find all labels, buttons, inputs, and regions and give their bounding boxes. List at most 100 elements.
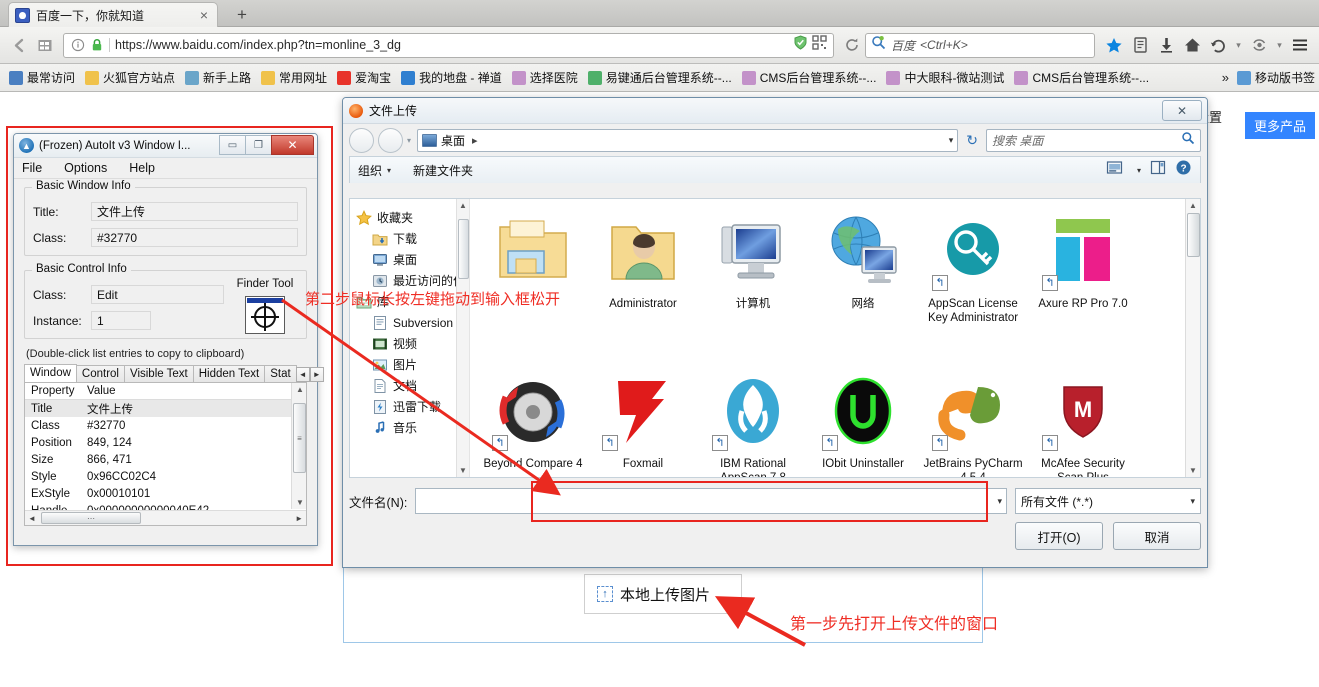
property-row[interactable]: Title 文件上传 bbox=[25, 400, 306, 417]
bookmark-star-icon[interactable] bbox=[1101, 32, 1127, 58]
new-tab-button[interactable]: + bbox=[228, 4, 256, 26]
view-icon[interactable] bbox=[1106, 160, 1123, 180]
sidebar-item-1[interactable]: 下载 bbox=[356, 228, 469, 249]
breadcrumb-separator-icon[interactable]: ▸ bbox=[472, 134, 478, 147]
file-item[interactable] bbox=[478, 207, 588, 367]
menu-icon[interactable] bbox=[1287, 32, 1313, 58]
history-caret-icon[interactable]: ▾ bbox=[1231, 32, 1246, 58]
property-list-hscrollbar[interactable]: ◄ ⋯ ► bbox=[25, 510, 306, 525]
maximize-button[interactable]: ❐ bbox=[245, 135, 272, 155]
sidebar-item-5[interactable]: Subversion bbox=[356, 312, 469, 333]
page-icon[interactable] bbox=[32, 32, 58, 58]
dialog-close-button[interactable]: ✕ bbox=[1162, 100, 1202, 121]
bookmark-item[interactable]: 易键通后台管理系统--... bbox=[583, 67, 737, 88]
window-title-value[interactable]: 文件上传 bbox=[91, 202, 298, 221]
file-item[interactable]: ↰ Beyond Compare 4 bbox=[478, 367, 588, 477]
sync-icon[interactable] bbox=[1246, 32, 1272, 58]
file-item[interactable]: 网络 bbox=[808, 207, 918, 367]
bookmark-item[interactable]: CMS后台管理系统--... bbox=[1009, 67, 1154, 88]
finder-tool-icon[interactable] bbox=[245, 296, 285, 334]
bookmark-item[interactable]: 常用网址 bbox=[256, 67, 332, 88]
control-class-value[interactable]: Edit bbox=[91, 285, 224, 304]
close-icon[interactable]: × bbox=[197, 8, 211, 22]
filename-input[interactable]: ▾ bbox=[415, 488, 1007, 514]
scroll-down-icon[interactable]: ▼ bbox=[296, 498, 304, 507]
overflow-chevron-icon[interactable]: » bbox=[1222, 70, 1229, 85]
bookmark-item[interactable]: 我的地盘 - 禅道 bbox=[396, 67, 507, 88]
bookmark-item[interactable]: CMS后台管理系统--... bbox=[737, 67, 882, 88]
info-icon[interactable] bbox=[71, 38, 85, 52]
scroll-up-icon[interactable]: ▲ bbox=[459, 201, 467, 210]
sync-caret-icon[interactable]: ▾ bbox=[1272, 32, 1287, 58]
property-list-vscrollbar[interactable]: ▲ ≡ ▼ bbox=[291, 383, 306, 509]
browser-tab[interactable]: 百度一下，你就知道 × bbox=[8, 2, 218, 27]
refresh-icon[interactable]: ↻ bbox=[962, 132, 982, 149]
scroll-down-icon[interactable]: ▼ bbox=[459, 466, 467, 475]
window-class-value[interactable]: #32770 bbox=[91, 228, 298, 247]
file-item[interactable]: ↰ JetBrains PyCharm 4.5.4 bbox=[918, 367, 1028, 477]
filelist-scrollbar[interactable]: ▲ ▼ bbox=[1185, 199, 1200, 477]
control-instance-value[interactable]: 1 bbox=[91, 311, 151, 330]
autoit-property-list[interactable]: Property Value Title 文件上传 Class #32770 Positio… bbox=[24, 383, 307, 526]
chevron-down-icon[interactable]: ▾ bbox=[1190, 496, 1195, 507]
file-type-filter-select[interactable]: 所有文件 (*.*) ▾ bbox=[1015, 488, 1201, 514]
property-row[interactable]: Position 849, 124 bbox=[25, 434, 306, 451]
scroll-down-icon[interactable]: ▼ bbox=[1189, 466, 1197, 475]
property-row[interactable]: ExStyle 0x00010101 bbox=[25, 485, 306, 502]
property-row[interactable]: Class #32770 bbox=[25, 417, 306, 434]
dialog-forward-button[interactable] bbox=[378, 127, 403, 153]
autoit-tab-1[interactable]: Control bbox=[75, 365, 125, 382]
bookmark-item[interactable]: 火狐官方站点 bbox=[80, 67, 180, 88]
menu-help[interactable]: Help bbox=[129, 161, 155, 175]
file-item[interactable]: ↰ IObit Uninstaller bbox=[808, 367, 918, 477]
sidebar-item-6[interactable]: 视频 bbox=[356, 333, 469, 354]
library-icon[interactable] bbox=[1127, 32, 1153, 58]
more-products-button[interactable]: 更多产品 bbox=[1245, 112, 1316, 139]
search-bar[interactable]: 百度 <Ctrl+K> bbox=[865, 32, 1095, 58]
sidebar-item-2[interactable]: 桌面 bbox=[356, 249, 469, 270]
scroll-right-icon[interactable]: ► bbox=[292, 514, 306, 523]
hscroll-thumb[interactable]: ⋯ bbox=[41, 512, 141, 524]
help-icon[interactable]: ? bbox=[1175, 159, 1192, 181]
organize-button[interactable]: 组织 ▾ bbox=[358, 162, 391, 179]
file-item[interactable]: ↰ IBM Rational AppScan 7.8 bbox=[698, 367, 808, 477]
tab-prev-icon[interactable]: ◄ bbox=[295, 367, 310, 382]
sidebar-item-0[interactable]: 收藏夹 bbox=[356, 207, 469, 228]
close-button[interactable]: ✕ bbox=[271, 135, 314, 155]
url-bar[interactable]: https://www.baidu.com/index.php?tn=monli… bbox=[63, 32, 834, 58]
preview-pane-icon[interactable] bbox=[1150, 160, 1166, 180]
menu-options[interactable]: Options bbox=[64, 161, 107, 175]
scroll-up-icon[interactable]: ▲ bbox=[296, 385, 304, 394]
file-item[interactable]: ↰ Foxmail bbox=[588, 367, 698, 477]
property-row[interactable]: Style 0x96CC02C4 bbox=[25, 468, 306, 485]
breadcrumb-bar[interactable]: 桌面 ▸ ▾ bbox=[417, 128, 959, 152]
filelist-scroll-thumb[interactable] bbox=[1187, 213, 1200, 257]
bookmark-item[interactable]: 最常访问 bbox=[4, 67, 80, 88]
sidebar-item-8[interactable]: 文档 bbox=[356, 375, 469, 396]
local-upload-image-button[interactable]: ↑ 本地上传图片 bbox=[584, 574, 742, 614]
file-item[interactable]: M↰McAfee Security Scan Plus bbox=[1028, 367, 1138, 477]
sidebar-scrollbar[interactable]: ▲ ▼ bbox=[456, 199, 469, 477]
menu-file[interactable]: File bbox=[22, 161, 42, 175]
breadcrumb-caret-icon[interactable]: ▾ bbox=[949, 135, 954, 146]
back-icon[interactable] bbox=[6, 32, 32, 58]
vscroll-thumb[interactable]: ≡ bbox=[293, 403, 306, 473]
bookmark-item[interactable]: 新手上路 bbox=[180, 67, 256, 88]
scroll-left-icon[interactable]: ◄ bbox=[25, 514, 39, 523]
reload-icon[interactable] bbox=[839, 32, 865, 58]
file-item[interactable]: ↰ AppScan License Key Administrator bbox=[918, 207, 1028, 367]
autoit-tab-4[interactable]: Stat bbox=[264, 365, 297, 382]
sidebar-item-9[interactable]: 迅雷下载 bbox=[356, 396, 469, 417]
search-icon[interactable] bbox=[1181, 131, 1195, 150]
tab-next-icon[interactable]: ► bbox=[309, 367, 324, 382]
view-caret-icon[interactable]: ▾ bbox=[1137, 166, 1141, 175]
minimize-button[interactable]: ▭ bbox=[219, 135, 246, 155]
file-item[interactable]: Administrator bbox=[588, 207, 698, 367]
property-row[interactable]: Size 866, 471 bbox=[25, 451, 306, 468]
dialog-back-button[interactable] bbox=[349, 127, 374, 153]
qrcode-icon[interactable] bbox=[812, 35, 827, 55]
bookmark-item[interactable]: 中大眼科-微站测试 bbox=[881, 67, 1009, 88]
autoit-tab-0[interactable]: Window bbox=[24, 364, 77, 382]
new-folder-button[interactable]: 新建文件夹 bbox=[413, 162, 473, 179]
dialog-search-input[interactable]: 搜索 桌面 bbox=[986, 128, 1201, 152]
